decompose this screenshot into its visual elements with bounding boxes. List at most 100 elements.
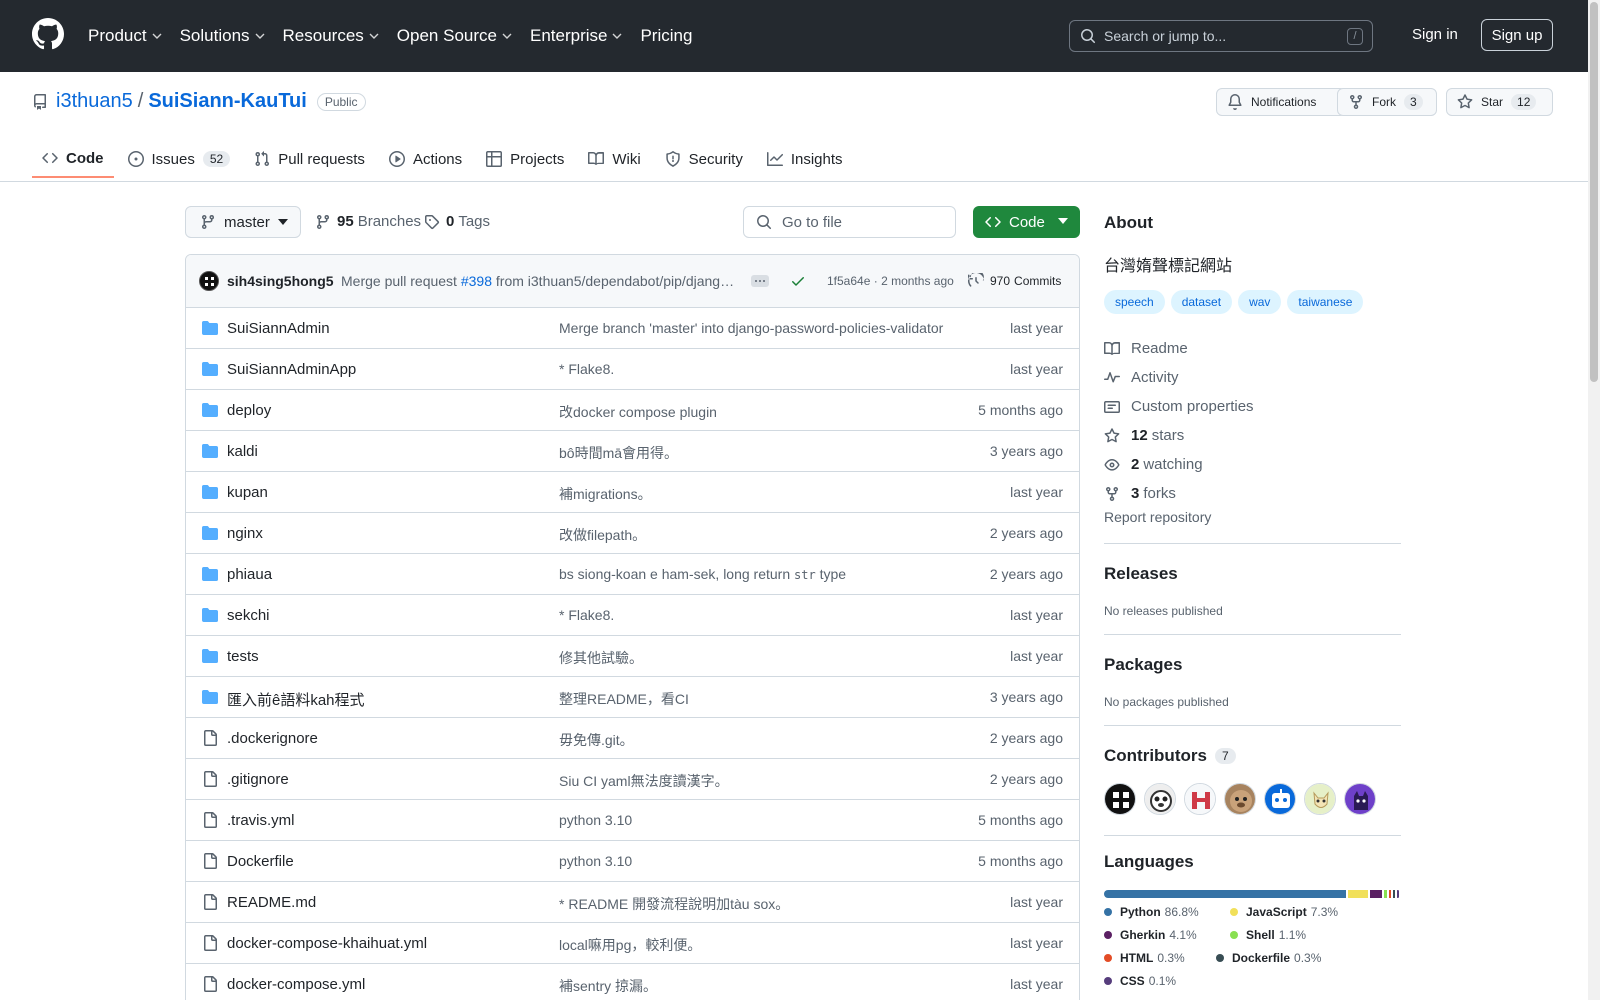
directory-row[interactable]: deploy 改docker compose plugin 5 months ago: [186, 390, 1079, 431]
about-link-custom-properties[interactable]: Custom properties: [1104, 392, 1254, 421]
language-python[interactable]: Python 86.8%: [1104, 905, 1199, 919]
file-name-link[interactable]: docker-compose-khaihuat.yml: [227, 935, 427, 952]
contributor-avatar[interactable]: [1224, 783, 1256, 815]
file-commit-message[interactable]: bô時間mā會用得。: [559, 443, 678, 463]
file-commit-message[interactable]: 修其他試驗。: [559, 648, 643, 668]
contributor-avatar[interactable]: [1304, 783, 1336, 815]
tab-actions[interactable]: Actions: [379, 140, 472, 178]
file-name-link[interactable]: .travis.yml: [227, 812, 295, 829]
file-commit-message[interactable]: Merge branch 'master' into django-passwo…: [559, 320, 943, 336]
file-commit-message[interactable]: Siu CI yaml無法度讀漢字。: [559, 771, 729, 791]
file-name-link[interactable]: Dockerfile: [227, 853, 294, 870]
star-button[interactable]: Star 12: [1446, 88, 1553, 116]
go-to-file-input[interactable]: Go to file: [743, 206, 956, 238]
tags-link[interactable]: 0 Tags: [424, 213, 490, 230]
topic-tag[interactable]: wav: [1238, 290, 1282, 314]
github-logo-icon[interactable]: [32, 18, 64, 50]
file-commit-message[interactable]: 改做filepath。: [559, 525, 646, 545]
file-commit-message[interactable]: bs siong-koan e ham-sek, long return str…: [559, 566, 846, 582]
directory-row[interactable]: phiaua bs siong-koan e ham-sek, long retu…: [186, 554, 1079, 595]
file-name-link[interactable]: deploy: [227, 402, 271, 419]
file-name-link[interactable]: .gitignore: [227, 771, 289, 788]
commit-author-link[interactable]: sih4sing5hong5: [227, 273, 334, 289]
file-commit-message[interactable]: 毋免傳.git。: [559, 730, 634, 750]
tab-security[interactable]: Security: [655, 140, 753, 178]
file-row[interactable]: Dockerfile python 3.10 5 months ago: [186, 841, 1079, 882]
topnav-item-solutions[interactable]: Solutions: [180, 26, 265, 46]
releases-heading[interactable]: Releases: [1104, 564, 1178, 584]
page-scrollbar[interactable]: [1588, 0, 1600, 1000]
file-commit-message[interactable]: 整理README，看CI: [559, 689, 689, 709]
check-icon[interactable]: [790, 273, 806, 289]
branches-link[interactable]: 95 Branches: [315, 213, 421, 230]
sign-up-button[interactable]: Sign up: [1481, 19, 1553, 51]
tab-issues[interactable]: Issues 52: [118, 140, 241, 178]
language-css[interactable]: CSS 0.1%: [1104, 974, 1176, 988]
topnav-item-pricing[interactable]: Pricing: [640, 26, 692, 46]
topic-tag[interactable]: dataset: [1170, 290, 1233, 314]
about-link-stars[interactable]: 12 stars: [1104, 421, 1254, 450]
file-name-link[interactable]: nginx: [227, 525, 263, 542]
file-commit-message[interactable]: python 3.10: [559, 812, 632, 828]
language-gherkin[interactable]: Gherkin 4.1%: [1104, 928, 1197, 942]
file-commit-message[interactable]: 補migrations。: [559, 484, 652, 504]
file-row[interactable]: docker-compose-khaihuat.yml local嘛用pg，較利便…: [186, 923, 1079, 964]
file-row[interactable]: .travis.yml python 3.10 5 months ago: [186, 800, 1079, 841]
contributors-heading[interactable]: Contributors 7: [1104, 746, 1236, 766]
file-commit-message[interactable]: local嘛用pg，較利便。: [559, 935, 701, 955]
topnav-item-product[interactable]: Product: [88, 26, 162, 46]
repo-owner-link[interactable]: i3thuan5: [56, 90, 133, 113]
tab-projects[interactable]: Projects: [476, 140, 574, 178]
commit-sha-link[interactable]: 1f5a64e: [827, 274, 870, 288]
sign-in-link[interactable]: Sign in: [1412, 26, 1458, 43]
topic-tag[interactable]: taiwanese: [1287, 290, 1364, 314]
topnav-item-resources[interactable]: Resources: [283, 26, 379, 46]
file-name-link[interactable]: kaldi: [227, 443, 258, 460]
file-commit-message[interactable]: 補sentry 掠漏。: [559, 976, 657, 996]
contributor-avatar[interactable]: [1144, 783, 1176, 815]
expand-commit-message-button[interactable]: [751, 275, 769, 287]
directory-row[interactable]: kaldi bô時間mā會用得。 3 years ago: [186, 431, 1079, 472]
contributor-avatar[interactable]: [1184, 783, 1216, 815]
contributor-avatar[interactable]: [1344, 783, 1376, 815]
file-commit-message[interactable]: python 3.10: [559, 853, 632, 869]
commit-author-avatar[interactable]: [199, 271, 219, 291]
about-link-readme[interactable]: Readme: [1104, 334, 1254, 363]
file-row[interactable]: docker-compose.yml 補sentry 掠漏。 last year: [186, 964, 1079, 1000]
tab-wiki[interactable]: Wiki: [578, 140, 650, 178]
directory-row[interactable]: sekchi * Flake8. last year: [186, 595, 1079, 636]
packages-heading[interactable]: Packages: [1104, 655, 1182, 675]
contributor-avatar[interactable]: [1264, 783, 1296, 815]
commit-history-link[interactable]: 970 Commits: [968, 273, 1061, 289]
file-name-link[interactable]: README.md: [227, 894, 316, 911]
file-row[interactable]: README.md * README 開發流程說明加tàu sox。 last ye…: [186, 882, 1079, 923]
directory-row[interactable]: tests 修其他試驗。 last year: [186, 636, 1079, 677]
file-row[interactable]: .dockerignore 毋免傳.git。 2 years ago: [186, 718, 1079, 759]
contributor-avatar[interactable]: [1104, 783, 1136, 815]
directory-row[interactable]: 匯入前ê語料kah程式 整理README，看CI 3 years ago: [186, 677, 1079, 718]
report-repository-link[interactable]: Report repository: [1104, 509, 1211, 525]
file-commit-message[interactable]: * README 開發流程說明加tàu sox。: [559, 894, 789, 914]
file-name-link[interactable]: SuiSiannAdmin: [227, 320, 330, 337]
file-name-link[interactable]: phiaua: [227, 566, 272, 583]
directory-row[interactable]: SuiSiannAdminApp * Flake8. last year: [186, 349, 1079, 390]
tab-pull-requests[interactable]: Pull requests: [244, 140, 375, 178]
topnav-item-enterprise[interactable]: Enterprise: [530, 26, 622, 46]
scrollbar-thumb[interactable]: [1590, 2, 1598, 382]
notifications-button[interactable]: Notifications: [1216, 88, 1346, 116]
language-dockerfile[interactable]: Dockerfile 0.3%: [1216, 951, 1321, 965]
file-name-link[interactable]: 匯入前ê語料kah程式: [227, 689, 365, 710]
file-name-link[interactable]: docker-compose.yml: [227, 976, 365, 993]
language-javascript[interactable]: JavaScript 7.3%: [1230, 905, 1338, 919]
pull-request-link[interactable]: #398: [461, 273, 492, 289]
tab-insights[interactable]: Insights: [757, 140, 853, 178]
search-input[interactable]: Search or jump to... /: [1069, 20, 1373, 52]
file-name-link[interactable]: tests: [227, 648, 259, 665]
file-row[interactable]: .gitignore Siu CI yaml無法度讀漢字。 2 years ago: [186, 759, 1079, 800]
directory-row[interactable]: SuiSiannAdmin Merge branch 'master' into …: [186, 308, 1079, 349]
code-dropdown-button[interactable]: Code: [973, 206, 1080, 238]
file-commit-message[interactable]: * Flake8.: [559, 361, 614, 377]
about-link-forks[interactable]: 3 forks: [1104, 479, 1254, 508]
file-name-link[interactable]: sekchi: [227, 607, 270, 624]
file-commit-message[interactable]: 改docker compose plugin: [559, 402, 717, 422]
